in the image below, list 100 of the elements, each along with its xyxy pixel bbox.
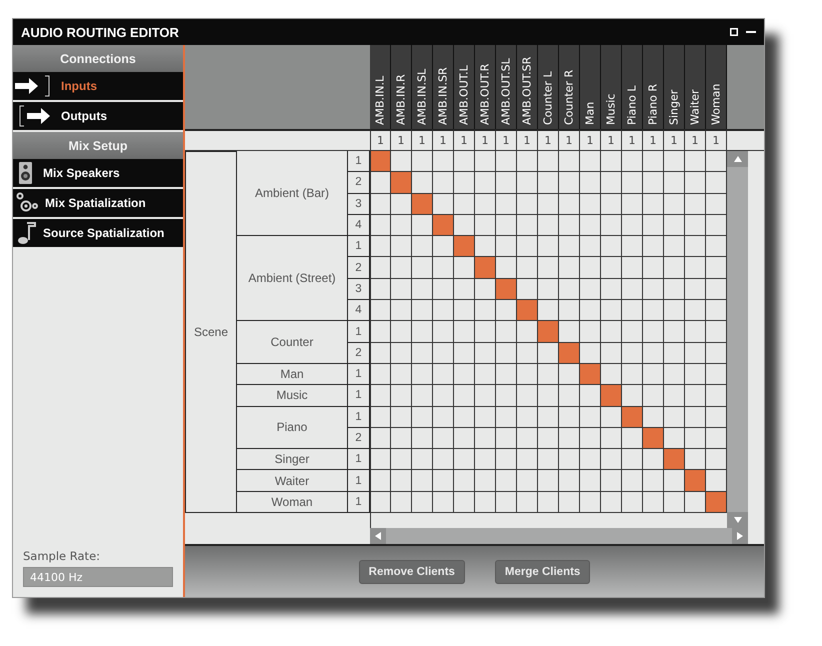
routing-cell[interactable]	[370, 342, 391, 364]
routing-cell[interactable]	[706, 278, 727, 300]
routing-cell[interactable]	[475, 300, 496, 322]
routing-cell[interactable]	[412, 492, 433, 514]
routing-cell[interactable]	[643, 321, 664, 343]
routing-cell[interactable]	[580, 470, 601, 492]
routing-cell[interactable]	[391, 300, 412, 322]
routing-cell[interactable]	[580, 278, 601, 300]
routing-cell[interactable]	[580, 364, 601, 386]
routing-cell[interactable]	[622, 364, 643, 386]
routing-cell[interactable]	[622, 321, 643, 343]
routing-cell[interactable]	[664, 194, 685, 215]
routing-cell[interactable]	[496, 449, 517, 470]
routing-cell[interactable]	[370, 300, 391, 322]
routing-cell[interactable]	[370, 257, 391, 279]
routing-cell[interactable]	[706, 364, 727, 386]
routing-cell[interactable]	[496, 406, 517, 428]
routing-cell[interactable]	[706, 151, 727, 172]
routing-cell[interactable]	[412, 364, 433, 386]
routing-cell[interactable]	[580, 321, 601, 343]
routing-cell[interactable]	[643, 470, 664, 492]
routing-cell[interactable]	[664, 151, 685, 172]
routing-cell[interactable]	[433, 236, 454, 258]
routing-cell[interactable]	[496, 300, 517, 322]
routing-cell[interactable]	[538, 428, 559, 450]
routing-cell[interactable]	[622, 214, 643, 236]
routing-cell[interactable]	[517, 449, 538, 470]
routing-cell[interactable]	[601, 151, 622, 172]
routing-cell[interactable]	[664, 236, 685, 258]
routing-cell[interactable]	[706, 257, 727, 279]
routing-cell[interactable]	[496, 470, 517, 492]
routing-cell[interactable]	[454, 236, 475, 258]
routing-cell[interactable]	[454, 449, 475, 470]
routing-cell[interactable]	[685, 428, 706, 450]
routing-cell[interactable]	[538, 492, 559, 514]
routing-cell[interactable]	[475, 236, 496, 258]
scroll-left-button[interactable]	[370, 528, 386, 544]
toolbar-button[interactable]: Remove Clients	[358, 560, 465, 584]
routing-cell[interactable]	[706, 172, 727, 194]
routing-cell[interactable]	[475, 385, 496, 407]
routing-cell[interactable]	[517, 278, 538, 300]
routing-cell[interactable]	[643, 236, 664, 258]
routing-cell[interactable]	[664, 385, 685, 407]
routing-cell[interactable]	[538, 385, 559, 407]
routing-cell[interactable]	[559, 151, 580, 172]
routing-cell[interactable]	[706, 385, 727, 407]
routing-cell[interactable]	[706, 470, 727, 492]
routing-cell[interactable]	[391, 278, 412, 300]
routing-cell[interactable]	[643, 257, 664, 279]
routing-cell[interactable]	[517, 236, 538, 258]
routing-cell[interactable]	[559, 214, 580, 236]
routing-cell[interactable]	[601, 342, 622, 364]
routing-cell[interactable]	[664, 342, 685, 364]
routing-cell[interactable]	[370, 406, 391, 428]
routing-cell[interactable]	[664, 470, 685, 492]
routing-cell[interactable]	[391, 194, 412, 215]
routing-cell[interactable]	[685, 214, 706, 236]
routing-cell[interactable]	[370, 194, 391, 215]
routing-cell[interactable]	[622, 342, 643, 364]
routing-cell[interactable]	[370, 151, 391, 172]
sidebar-item[interactable]: Source Spatialization	[13, 219, 183, 249]
routing-cell[interactable]	[559, 449, 580, 470]
routing-cell[interactable]	[664, 364, 685, 386]
routing-cell[interactable]	[664, 406, 685, 428]
routing-cell[interactable]	[412, 214, 433, 236]
routing-cell[interactable]	[433, 194, 454, 215]
routing-cell[interactable]	[391, 385, 412, 407]
routing-cell[interactable]	[643, 300, 664, 322]
routing-cell[interactable]	[685, 492, 706, 514]
routing-cell[interactable]	[412, 172, 433, 194]
routing-cell[interactable]	[559, 428, 580, 450]
routing-cell[interactable]	[706, 342, 727, 364]
routing-cell[interactable]	[622, 278, 643, 300]
routing-cell[interactable]	[538, 236, 559, 258]
routing-cell[interactable]	[622, 151, 643, 172]
routing-cell[interactable]	[538, 194, 559, 215]
routing-cell[interactable]	[538, 257, 559, 279]
routing-cell[interactable]	[475, 364, 496, 386]
routing-cell[interactable]	[412, 257, 433, 279]
routing-cell[interactable]	[496, 364, 517, 386]
routing-cell[interactable]	[643, 194, 664, 215]
routing-cell[interactable]	[559, 321, 580, 343]
routing-cell[interactable]	[517, 492, 538, 514]
routing-cell[interactable]	[391, 406, 412, 428]
routing-cell[interactable]	[706, 321, 727, 343]
routing-cell[interactable]	[370, 492, 391, 514]
routing-cell[interactable]	[538, 151, 559, 172]
routing-cell[interactable]	[538, 406, 559, 428]
routing-cell[interactable]	[559, 385, 580, 407]
routing-cell[interactable]	[580, 428, 601, 450]
routing-cell[interactable]	[580, 300, 601, 322]
routing-cell[interactable]	[706, 236, 727, 258]
scroll-right-button[interactable]	[732, 528, 748, 544]
routing-cell[interactable]	[601, 364, 622, 386]
routing-cell[interactable]	[538, 364, 559, 386]
routing-cell[interactable]	[391, 449, 412, 470]
routing-cell[interactable]	[454, 470, 475, 492]
routing-cell[interactable]	[391, 172, 412, 194]
routing-cell[interactable]	[664, 321, 685, 343]
routing-cell[interactable]	[706, 214, 727, 236]
